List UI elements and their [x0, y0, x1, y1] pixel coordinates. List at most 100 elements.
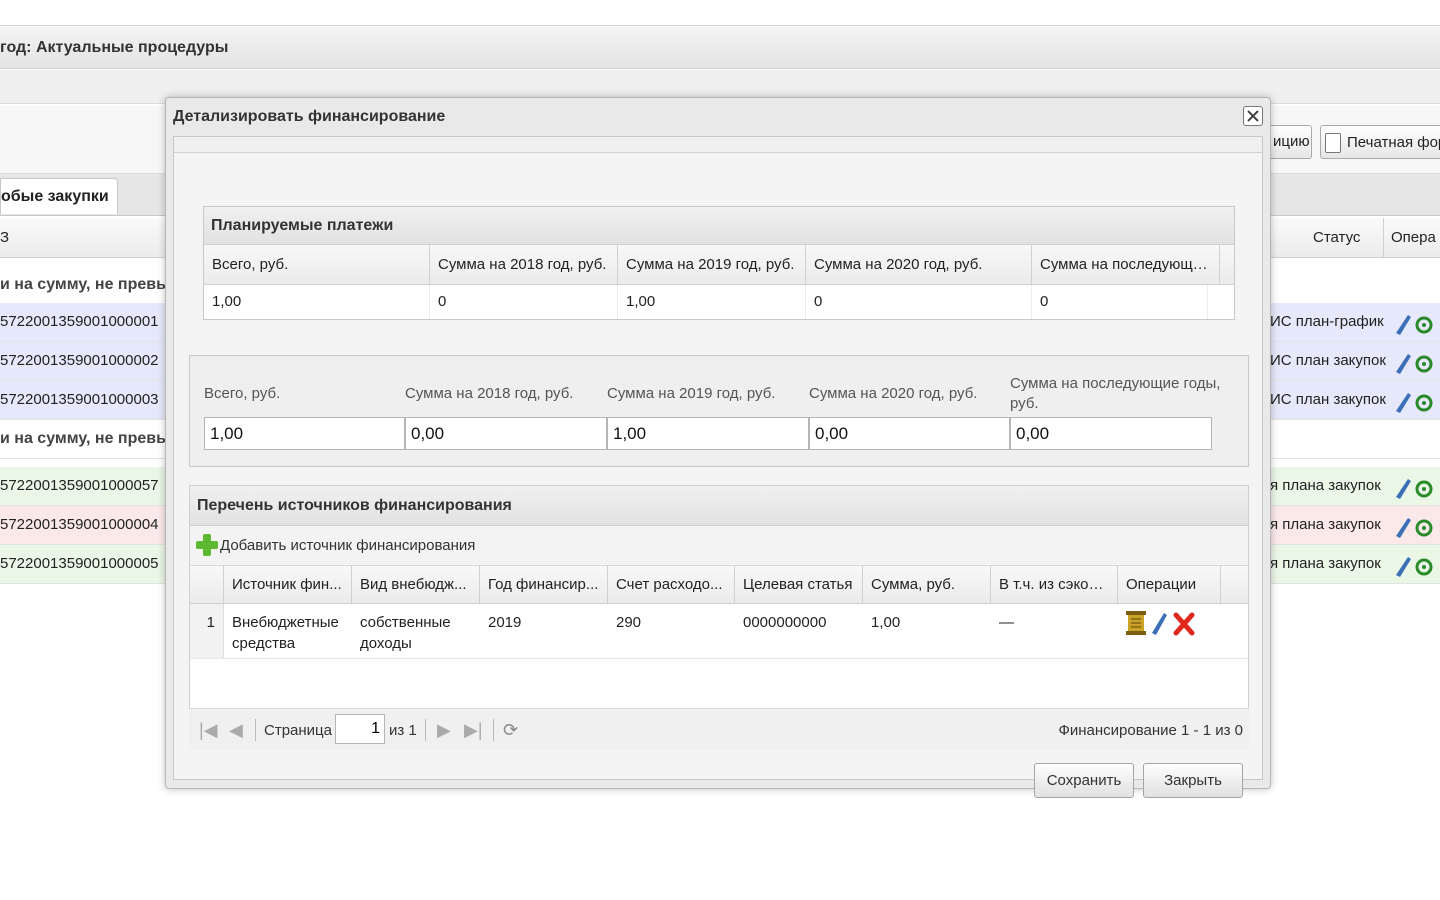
top-divider [0, 25, 1440, 26]
row-number: 5722001359001000005 [0, 555, 159, 572]
funding-sources-header: Источник фин... Вид внебюдж... Год финан… [190, 566, 1248, 604]
first-page-icon[interactable]: |◀ [199, 720, 218, 741]
edit-icon[interactable] [1392, 311, 1440, 337]
column-header-year[interactable]: Год финансир... [480, 566, 608, 603]
close-icon [1247, 110, 1259, 122]
planned-payments-title: Планируемые платежи [204, 207, 1234, 245]
add-funding-source-button[interactable]: Добавить источник финансирования [196, 534, 475, 556]
cell-source: Внебюджетные средства [232, 614, 339, 652]
edit-icon[interactable] [1392, 514, 1440, 540]
print-form-button[interactable]: Печатная фор [1320, 125, 1440, 159]
row-status: ИС план закупок [1270, 352, 1386, 369]
column-header-total[interactable]: Всего, руб. [204, 245, 430, 284]
funding-sources-panel: Перечень источников финансирования Добав… [189, 485, 1249, 722]
table-row[interactable]: 1 Внебюджетные средства собственные дохо… [190, 604, 1248, 659]
column-header-number[interactable]: З [0, 229, 9, 246]
row-operations [1392, 350, 1440, 374]
close-button[interactable]: Закрыть [1143, 763, 1243, 798]
label-later: Сумма на последующие годы, руб. [1010, 375, 1221, 412]
position-button[interactable]: ицию [1268, 125, 1312, 159]
row-operations [1392, 553, 1440, 577]
print-form-label: Печатная фор [1347, 133, 1440, 151]
total-field[interactable] [204, 417, 405, 450]
row-status: я плана закупок [1270, 477, 1381, 494]
position-button-label: ицию [1273, 133, 1310, 150]
page-count-label: из 1 [389, 722, 417, 739]
save-button[interactable]: Сохранить [1034, 763, 1134, 798]
plus-icon [196, 534, 218, 556]
cell-year: 2019 [488, 614, 522, 631]
edit-icon[interactable] [1392, 350, 1440, 376]
financing-detail-dialog: Детализировать финансирование Планируемы… [165, 97, 1271, 798]
cell-sum: 1,00 [871, 614, 901, 631]
column-header-2020[interactable]: Сумма на 2020 год, руб. [806, 245, 1032, 284]
sum-2020-field[interactable] [809, 417, 1010, 450]
planned-payments-row[interactable]: 1,00 0 1,00 0 0 [204, 285, 1234, 319]
amount-fields-group: Всего, руб. Сумма на 2018 год, руб. Сумм… [189, 355, 1249, 467]
row-status: я плана закупок [1270, 555, 1381, 572]
pager-separator [425, 719, 426, 741]
label-2020: Сумма на 2020 год, руб. [809, 385, 978, 402]
page-titlebar: год: Актуальные процедуры [0, 27, 1440, 69]
dialog-title: Детализировать финансирование [173, 108, 446, 125]
close-dialog-button[interactable] [1243, 106, 1263, 126]
edit-icon[interactable] [1392, 475, 1440, 501]
refresh-icon[interactable]: ⟳ [503, 720, 518, 741]
row-number: 5722001359001000001 [0, 313, 159, 330]
funding-sources-title: Перечень источников финансирования [190, 486, 1248, 526]
sum-later-field[interactable] [1010, 417, 1212, 450]
next-page-icon[interactable]: ▶ [437, 720, 451, 741]
row-operations [1392, 389, 1440, 413]
row-status: ИС план-график [1270, 313, 1384, 330]
pager-separator [255, 719, 256, 741]
tab-special-purchases[interactable]: обые закупки [0, 178, 118, 214]
row-operations [1392, 514, 1440, 538]
column-header-account[interactable]: Счет расходо... [608, 566, 735, 603]
label-total: Всего, руб. [204, 385, 281, 402]
column-header-2018[interactable]: Сумма на 2018 год, руб. [430, 245, 618, 284]
sum-2018-field[interactable] [405, 417, 607, 450]
dialog-top-strip [174, 137, 1262, 153]
edit-icon[interactable] [1392, 389, 1440, 415]
delete-icon[interactable] [1173, 612, 1195, 636]
column-header-sum[interactable]: Сумма, руб. [863, 566, 991, 603]
row-number: 5722001359001000003 [0, 391, 159, 408]
row-number: 5722001359001000004 [0, 516, 159, 533]
cell-2019: 1,00 [618, 285, 806, 319]
row-number: 5722001359001000057 [0, 477, 159, 494]
cell-kind: собственные доходы [360, 614, 451, 652]
column-header-rownum [190, 566, 224, 603]
add-funding-source-label: Добавить источник финансирования [220, 536, 476, 554]
label-2018: Сумма на 2018 год, руб. [405, 385, 574, 402]
column-header-2019[interactable]: Сумма на 2019 год, руб. [618, 245, 806, 284]
row-index: 1 [190, 604, 224, 658]
column-header-status[interactable]: Статус [1313, 229, 1360, 246]
pager-summary: Финансирование 1 - 1 из 0 [1058, 722, 1243, 739]
column-header-target[interactable]: Целевая статья [735, 566, 863, 603]
tab-label: обые закупки [1, 188, 109, 205]
column-header-kind[interactable]: Вид внебюдж... [352, 566, 480, 603]
cell-total: 1,00 [204, 285, 430, 319]
pager-separator [493, 719, 494, 741]
cell-later: 0 [1032, 285, 1208, 319]
prev-page-icon[interactable]: ◀ [229, 720, 243, 741]
scroll-icon[interactable] [1126, 611, 1146, 635]
column-header-operations: Опера [1383, 218, 1436, 258]
page-number-input[interactable] [335, 714, 385, 744]
column-header-later[interactable]: Сумма на последующи... [1032, 245, 1220, 284]
cell-account: 290 [616, 614, 642, 631]
planned-payments-header: Всего, руб. Сумма на 2018 год, руб. Сумм… [204, 245, 1234, 285]
column-header-savings[interactable]: В т.ч. из сэкон... [991, 566, 1118, 603]
last-page-icon[interactable]: ▶| [464, 720, 483, 741]
cell-2018: 0 [430, 285, 618, 319]
row-number: 5722001359001000002 [0, 352, 159, 369]
sum-2019-field[interactable] [607, 417, 809, 450]
edit-icon[interactable] [1392, 553, 1440, 579]
cell-savings: — [999, 614, 1014, 631]
cell-2020: 0 [806, 285, 1032, 319]
label-2019: Сумма на 2019 год, руб. [607, 385, 776, 402]
edit-icon[interactable] [1152, 613, 1167, 635]
row-status: ИС план закупок [1270, 391, 1386, 408]
row-operations [1392, 311, 1440, 335]
column-header-source[interactable]: Источник фин... [224, 566, 352, 603]
